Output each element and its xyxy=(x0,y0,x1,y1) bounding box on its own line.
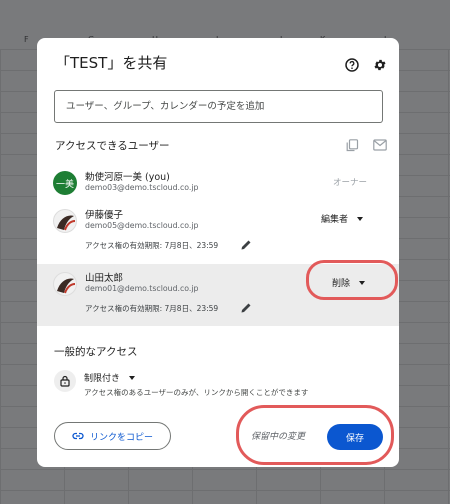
lock-badge xyxy=(54,370,76,392)
owner-role-label: オーナー xyxy=(333,178,368,188)
copy-link-button[interactable]: リンクをコピー xyxy=(54,422,171,450)
general-access-title: 一般的なアクセス xyxy=(54,346,138,358)
settings-button[interactable] xyxy=(369,54,391,76)
annotation-circle-role xyxy=(306,260,398,300)
person-name: 勅使河原一美 (you) xyxy=(85,172,170,183)
access-expiry: アクセス権の有効期限: 7月8日、23:59 xyxy=(85,241,219,250)
avatar xyxy=(53,272,77,296)
general-access-dropdown[interactable]: 制限付き xyxy=(84,371,136,384)
access-expiry: アクセス権の有効期限: 7月8日、23:59 xyxy=(85,304,219,313)
person-email: demo01@demo.tscloud.co.jp xyxy=(85,284,199,293)
email-people-button[interactable] xyxy=(369,134,391,156)
share-dialog: 「TEST」を共有 ユーザー、グループ、カレンダーの予定を追加 アクセスできるユ… xyxy=(37,38,399,467)
add-people-input[interactable]: ユーザー、グループ、カレンダーの予定を追加 xyxy=(54,90,383,123)
general-access-label: 制限付き xyxy=(84,374,121,384)
person-email: demo03@demo.tscloud.co.jp xyxy=(85,183,199,192)
link-icon xyxy=(72,432,84,440)
avatar xyxy=(53,209,77,233)
help-button[interactable] xyxy=(341,54,363,76)
pencil-icon[interactable] xyxy=(240,302,252,314)
person-name: 伊藤優子 xyxy=(85,210,124,221)
person-name: 山田太郎 xyxy=(85,273,124,284)
dialog-title: 「TEST」を共有 xyxy=(55,54,168,72)
people-section-title: アクセスできるユーザー xyxy=(55,140,170,152)
avatar-photo-icon xyxy=(57,215,76,231)
general-access-description: アクセス権のあるユーザーのみが、リンクから開くことができます xyxy=(84,388,309,397)
person-email: demo05@demo.tscloud.co.jp xyxy=(85,221,199,230)
mail-icon xyxy=(373,139,387,151)
copy-emails-button[interactable] xyxy=(341,134,363,156)
copy-link-label: リンクをコピー xyxy=(89,432,153,443)
lock-icon xyxy=(60,375,70,387)
chevron-down-icon xyxy=(129,375,136,380)
help-circle-icon xyxy=(345,58,359,72)
pencil-icon[interactable] xyxy=(240,239,252,251)
avatar: 一美 xyxy=(53,171,77,195)
role-label: 編集者 xyxy=(321,215,349,225)
gear-icon xyxy=(374,59,386,71)
annotation-circle-save xyxy=(236,405,394,465)
copy-icon xyxy=(346,138,358,151)
chevron-down-icon xyxy=(357,216,364,221)
role-dropdown[interactable]: 編集者 xyxy=(321,212,364,225)
